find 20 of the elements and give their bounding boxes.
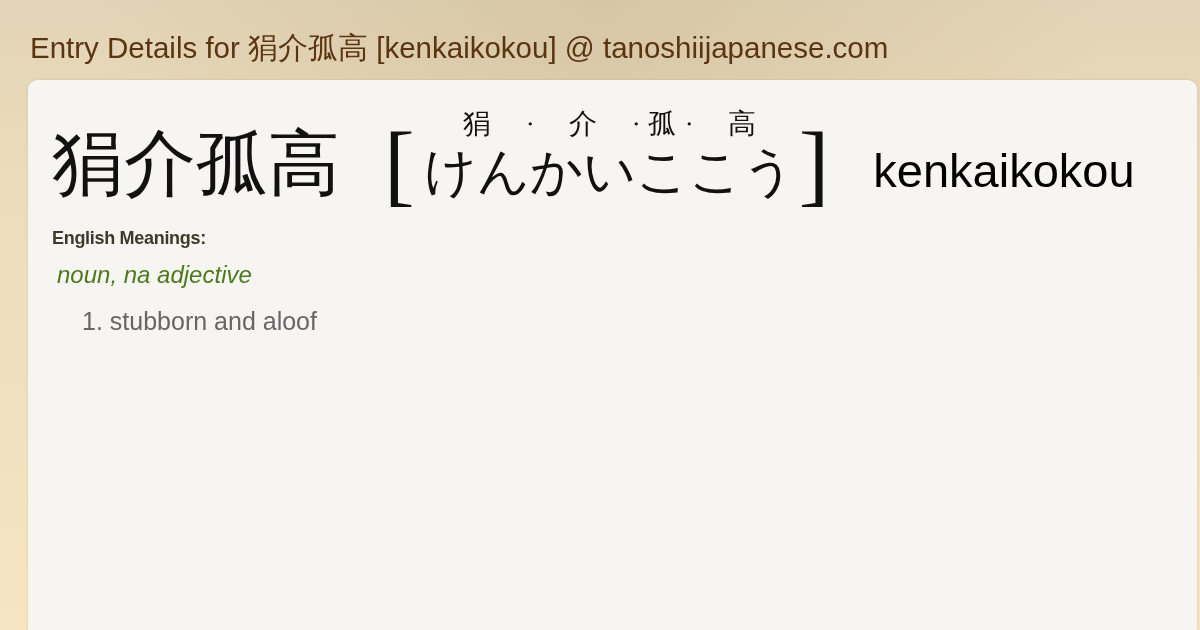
part-of-speech: noun, na adjective	[57, 261, 252, 289]
furigana-kanji: 介	[568, 109, 597, 139]
meaning-number: 1.	[82, 307, 103, 336]
bracket-close: ]	[798, 118, 830, 210]
furigana-kanji: 狷	[462, 109, 491, 139]
kana-reading: かい	[529, 144, 636, 200]
furigana-separator: ・	[519, 112, 540, 137]
kana-reading: こう	[688, 144, 795, 200]
furigana-kanji: 高	[727, 109, 756, 139]
kana-reading: けん	[423, 144, 530, 200]
meaning-text: stubborn and aloof	[109, 307, 317, 336]
furigana-separator: ・	[678, 112, 699, 137]
furigana-kanji: 孤	[648, 109, 677, 139]
kana-reading: こ	[635, 144, 689, 200]
page-title: Entry Details for 狷介孤高 [kenkaikokou] @ tanoshiijapanese.com	[30, 31, 889, 65]
meanings-heading: English Meanings:	[52, 228, 206, 249]
bracket-open: [	[384, 118, 415, 210]
entry-kanji: 狷介孤高	[52, 128, 340, 200]
furigana-separator: ・	[625, 112, 646, 137]
romaji-reading: kenkaikokou	[873, 147, 1135, 194]
